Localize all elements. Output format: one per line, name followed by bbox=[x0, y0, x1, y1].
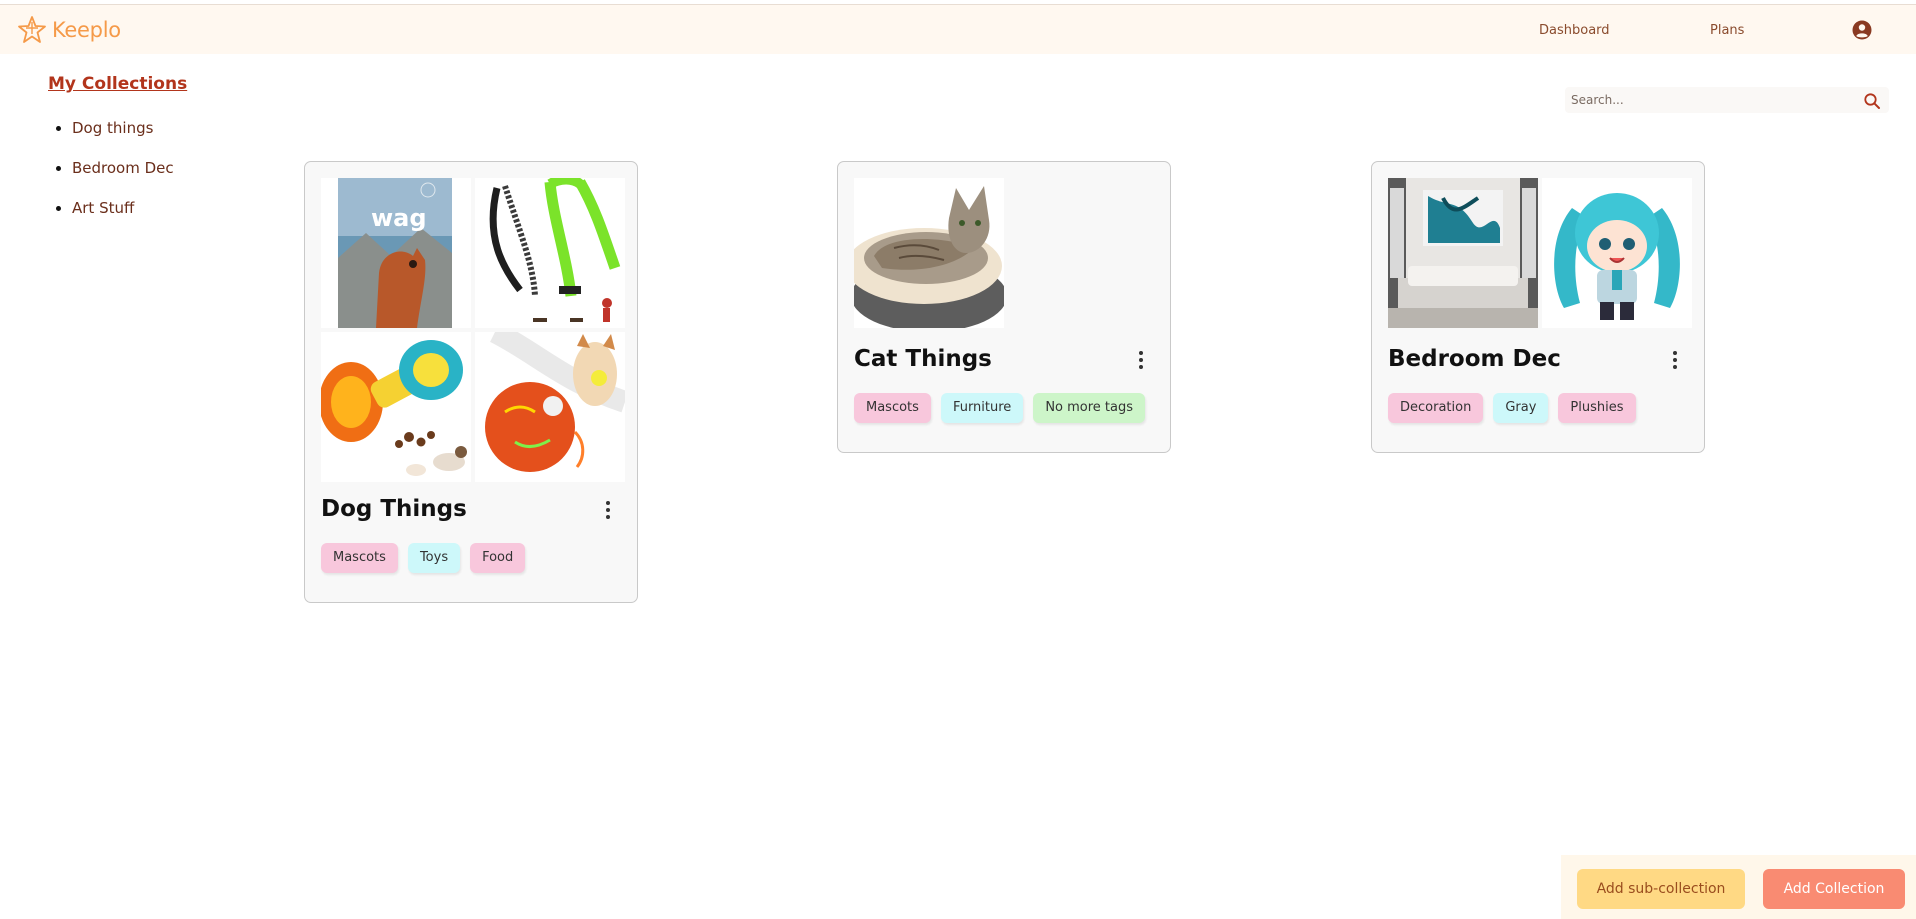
dog-ball-toy-image bbox=[475, 332, 625, 482]
card-title: Bedroom Dec bbox=[1388, 346, 1561, 372]
action-bar: Add sub-collection Add Collection bbox=[1561, 855, 1916, 919]
card-title: Dog Things bbox=[321, 496, 467, 522]
cat-bed-image bbox=[854, 178, 1004, 328]
more-options-icon[interactable] bbox=[599, 499, 617, 521]
sidebar-item-bedroom-dec[interactable]: Bedroom Dec bbox=[72, 159, 174, 199]
dog-food-bag-image: wag bbox=[321, 178, 471, 328]
top-navbar: Keeplo Dashboard Plans bbox=[0, 4, 1916, 54]
collection-card-dog-things[interactable]: wag Dog Things Mascots Toys Food bbox=[304, 161, 638, 603]
card-thumbnails bbox=[854, 178, 1154, 328]
tag-list: Decoration Gray Plushies bbox=[1388, 393, 1636, 423]
sidebar-title[interactable]: My Collections bbox=[48, 74, 187, 94]
search-icon[interactable] bbox=[1863, 92, 1881, 110]
dog-leash-image bbox=[475, 178, 625, 328]
tag-list: Mascots Furniture No more tags bbox=[854, 393, 1146, 423]
dog-treat-toy-image bbox=[321, 332, 471, 482]
tag-chip[interactable]: Food bbox=[470, 543, 526, 573]
card-thumbnails bbox=[1388, 178, 1692, 328]
tag-list: Mascots Toys Food bbox=[321, 543, 526, 573]
plush-doll-image bbox=[1542, 178, 1692, 328]
tag-chip[interactable]: No more tags bbox=[1033, 393, 1146, 423]
tag-chip[interactable]: Furniture bbox=[940, 393, 1024, 423]
card-thumbnails: wag bbox=[321, 178, 625, 482]
sidebar-item-dog-things[interactable]: Dog things bbox=[72, 119, 174, 159]
nav-plans-link[interactable]: Plans bbox=[1710, 23, 1744, 38]
tag-chip[interactable]: Gray bbox=[1493, 393, 1549, 423]
tag-chip[interactable]: Mascots bbox=[321, 543, 398, 573]
brand-name: Keeplo bbox=[52, 18, 121, 42]
tag-chip[interactable]: Decoration bbox=[1388, 393, 1484, 423]
tag-chip[interactable]: Mascots bbox=[854, 393, 931, 423]
add-subcollection-button[interactable]: Add sub-collection bbox=[1577, 869, 1745, 909]
tag-chip[interactable]: Toys bbox=[407, 543, 461, 573]
search-input[interactable] bbox=[1571, 91, 1851, 109]
nav-dashboard-link[interactable]: Dashboard bbox=[1539, 23, 1610, 38]
sidebar-list: Dog things Bedroom Dec Art Stuff bbox=[72, 119, 174, 239]
more-options-icon[interactable] bbox=[1132, 349, 1150, 371]
add-collection-button[interactable]: Add Collection bbox=[1763, 869, 1905, 909]
collection-card-cat-things[interactable]: Cat Things Mascots Furniture No more tag… bbox=[837, 161, 1171, 453]
search-bar bbox=[1565, 87, 1889, 113]
collection-card-bedroom-dec[interactable]: Bedroom Dec Decoration Gray Plushies bbox=[1371, 161, 1705, 453]
tag-chip[interactable]: Plushies bbox=[1558, 393, 1636, 423]
star-logo-icon bbox=[18, 16, 46, 43]
brand-logo[interactable]: Keeplo bbox=[16, 14, 121, 46]
svg-text:wag: wag bbox=[371, 204, 427, 232]
more-options-icon[interactable] bbox=[1666, 349, 1684, 371]
sidebar-item-art-stuff[interactable]: Art Stuff bbox=[72, 199, 174, 239]
card-title: Cat Things bbox=[854, 346, 992, 372]
bedroom-image bbox=[1388, 178, 1538, 328]
user-circle-icon[interactable] bbox=[1852, 20, 1872, 40]
